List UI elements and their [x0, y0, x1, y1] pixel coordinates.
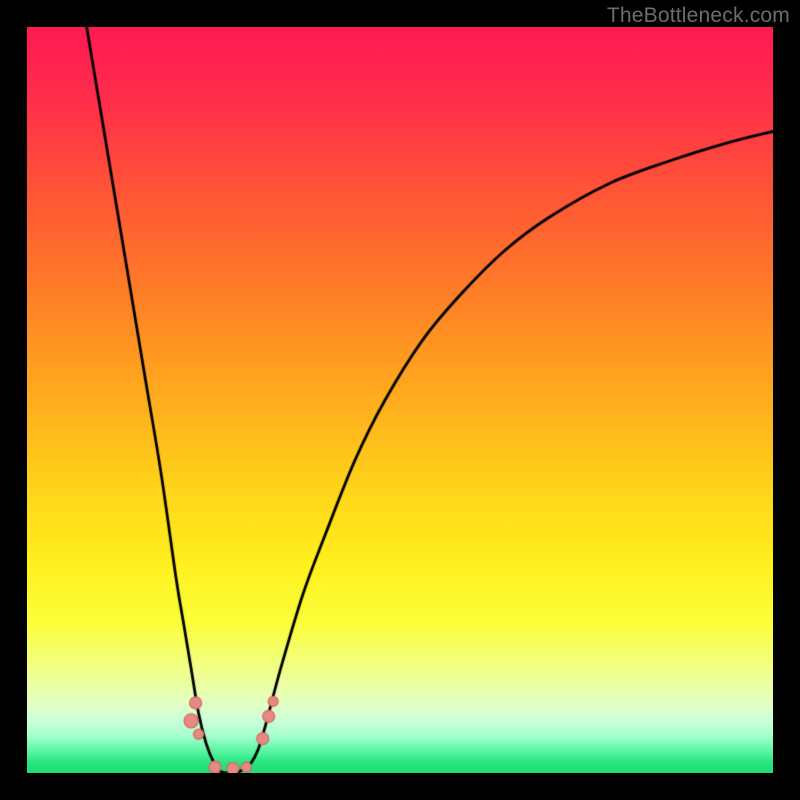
chart-frame: TheBottleneck.com: [0, 0, 800, 800]
plot-area: [27, 27, 773, 773]
watermark-text: TheBottleneck.com: [607, 4, 790, 28]
chart-canvas: [27, 27, 773, 773]
